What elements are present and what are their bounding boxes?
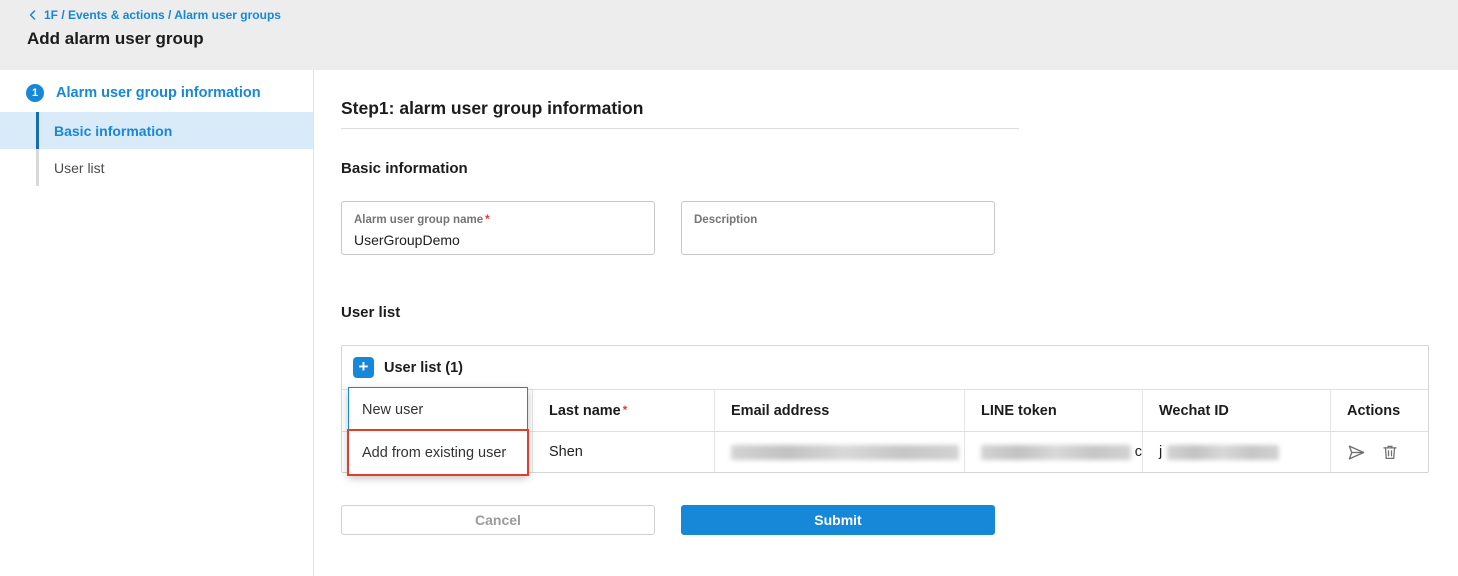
breadcrumb[interactable]: 1F / Events & actions / Alarm user group… [27, 8, 1458, 22]
column-header-last-name: Last name* [532, 390, 714, 431]
basic-information-fields: Alarm user group name* UserGroupDemo Des… [341, 201, 995, 255]
user-list-panel-header: + User list (1) [342, 346, 1428, 389]
redacted-email [731, 445, 959, 460]
step-heading: Step1: alarm user group information [341, 98, 643, 119]
basic-information-section-title: Basic information [341, 160, 468, 177]
sidebar-item-basic-information[interactable]: Basic information [0, 112, 313, 149]
step-number-badge: 1 [26, 84, 44, 102]
chevron-left-icon[interactable] [27, 9, 39, 21]
cell-email [714, 432, 964, 472]
line-token-visible-char: c [1135, 444, 1142, 460]
sidebar-item-label: Basic information [54, 123, 172, 139]
description-input[interactable]: Description [681, 201, 995, 255]
sidebar-step-1[interactable]: 1 Alarm user group information [0, 70, 313, 112]
column-header-actions: Actions [1330, 390, 1430, 431]
redacted-wechat-id [1167, 445, 1279, 460]
menu-item-add-from-existing-user[interactable]: Add from existing user [349, 431, 527, 474]
required-asterisk: * [485, 214, 489, 226]
column-header-wechat-id: Wechat ID [1142, 390, 1330, 431]
cell-last-name: Shen [532, 432, 714, 472]
add-user-icon[interactable]: + [353, 357, 374, 378]
redacted-line-token [981, 445, 1131, 460]
heading-divider [341, 128, 1019, 129]
alarm-user-group-name-input[interactable]: Alarm user group name* UserGroupDemo [341, 201, 655, 255]
cell-line-token: c [964, 432, 1142, 472]
sidebar-item-label: User list [54, 160, 105, 176]
field-label: Alarm user group name [354, 214, 483, 226]
add-alarm-user-group-page: 1F / Events & actions / Alarm user group… [0, 0, 1458, 576]
user-list-section-title: User list [341, 304, 400, 321]
user-list-count-title: User list (1) [384, 360, 463, 376]
column-header-line-token: LINE token [964, 390, 1142, 431]
required-asterisk: * [623, 405, 627, 417]
field-placeholder: Description [694, 214, 757, 226]
page-header: 1F / Events & actions / Alarm user group… [0, 0, 1458, 70]
cell-actions [1330, 432, 1430, 472]
column-header-email: Email address [714, 390, 964, 431]
cancel-button[interactable]: Cancel [341, 505, 655, 535]
breadcrumb-path[interactable]: 1F / Events & actions / Alarm user group… [44, 8, 281, 22]
field-value: UserGroupDemo [354, 232, 642, 248]
main-content: Step1: alarm user group information Basi… [315, 70, 1458, 576]
send-test-icon[interactable] [1347, 443, 1366, 462]
step-label: Alarm user group information [56, 85, 261, 101]
column-header-label: Last name [549, 403, 621, 419]
submit-button[interactable]: Submit [681, 505, 995, 535]
menu-item-new-user[interactable]: New user [349, 388, 527, 431]
add-user-dropdown: New user Add from existing user [348, 387, 528, 475]
trash-icon[interactable] [1381, 443, 1399, 461]
cell-wechat-id: j [1142, 432, 1330, 472]
user-list-panel: + User list (1) Last name* Email address… [341, 345, 1429, 473]
wechat-visible-char: j [1159, 444, 1162, 460]
sidebar-item-user-list[interactable]: User list [0, 149, 313, 186]
page-title: Add alarm user group [27, 29, 1458, 49]
steps-sidebar: 1 Alarm user group information Basic inf… [0, 70, 314, 576]
form-actions: Cancel Submit [341, 505, 995, 535]
